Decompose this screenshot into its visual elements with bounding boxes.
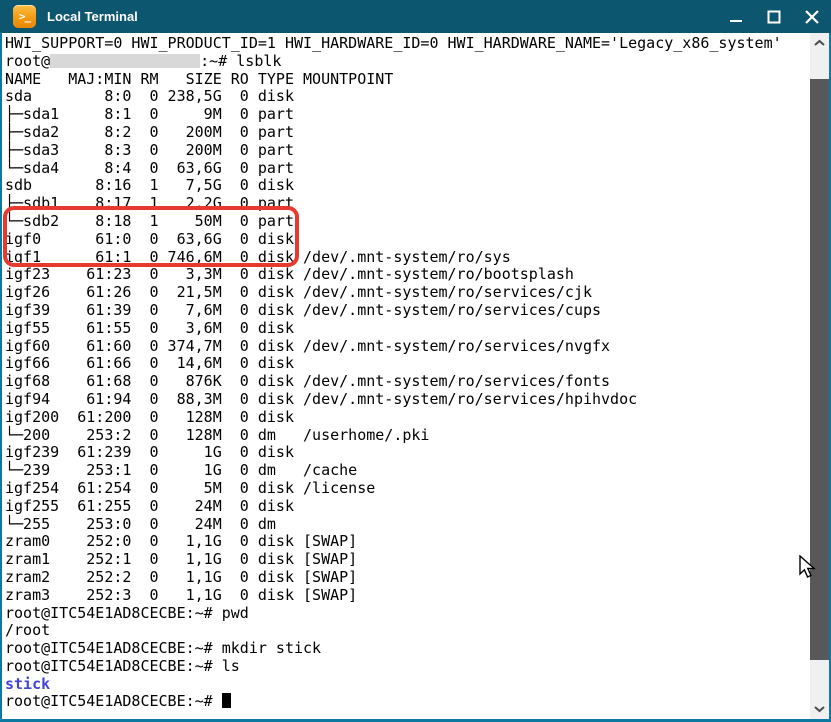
- terminal-line: igf60 61:60 0 374,7M 0 disk /dev/.mnt-sy…: [5, 338, 829, 356]
- terminal-line: igf39 61:39 0 7,6M 0 disk /dev/.mnt-syst…: [5, 302, 829, 320]
- terminal-text: igf55 61:55 0 3,6M 0 disk: [5, 319, 294, 337]
- terminal-text: zram3 252:3 0 1,1G 0 disk [SWAP]: [5, 586, 357, 604]
- terminal-text: └─239 253:1 0 1G 0 dm /cache: [5, 461, 357, 479]
- chevron-down-icon: [813, 705, 826, 713]
- redacted-hostname: [50, 54, 200, 68]
- terminal-text: root@: [5, 52, 50, 70]
- terminal-text: igf26 61:26 0 21,5M 0 disk /dev/.mnt-sys…: [5, 283, 592, 301]
- terminal-text: └─sdb2 8:18 1 50M 0 part: [5, 212, 294, 230]
- terminal-line: ├─sda2 8:2 0 200M 0 part: [5, 124, 829, 142]
- maximize-button[interactable]: [755, 0, 793, 33]
- close-icon: [805, 10, 819, 24]
- terminal-line: zram1 252:1 0 1,1G 0 disk [SWAP]: [5, 551, 829, 569]
- terminal-line: root@ITC54E1AD8CECBE:~# mkdir stick: [5, 640, 829, 658]
- terminal-line: igf26 61:26 0 21,5M 0 disk /dev/.mnt-sys…: [5, 284, 829, 302]
- terminal-window: HWI_SUPPORT=0 HWI_PRODUCT_ID=1 HWI_HARDW…: [0, 33, 831, 722]
- terminal-text: /root: [5, 621, 50, 639]
- terminal-line: igf200 61:200 0 128M 0 disk: [5, 409, 829, 427]
- terminal-text: sdb 8:16 1 7,5G 0 disk: [5, 176, 294, 194]
- terminal-text: igf39 61:39 0 7,6M 0 disk /dev/.mnt-syst…: [5, 301, 601, 319]
- terminal-text: root@ITC54E1AD8CECBE:~# pwd: [5, 604, 249, 622]
- scroll-up-button[interactable]: [810, 35, 829, 51]
- terminal-line: igf66 61:66 0 14,6M 0 disk: [5, 355, 829, 373]
- terminal-line: root@ITC54E1AD8CECBE:~# pwd: [5, 605, 829, 623]
- terminal-text: HWI_SUPPORT=0 HWI_PRODUCT_ID=1 HWI_HARDW…: [5, 34, 782, 52]
- terminal-text: zram1 252:1 0 1,1G 0 disk [SWAP]: [5, 550, 357, 568]
- terminal-text: igf255 61:255 0 24M 0 disk: [5, 497, 294, 515]
- directory-name: stick: [5, 675, 50, 693]
- terminal-line: ├─sda1 8:1 0 9M 0 part: [5, 106, 829, 124]
- scrollbar[interactable]: [810, 33, 829, 719]
- terminal-line: └─sdb2 8:18 1 50M 0 part: [5, 213, 829, 231]
- terminal-text: igf239 61:239 0 1G 0 disk: [5, 443, 294, 461]
- terminal-line: └─sda4 8:4 0 63,6G 0 part: [5, 160, 829, 178]
- terminal-text: └─sda4 8:4 0 63,6G 0 part: [5, 159, 294, 177]
- terminal-line: igf68 61:68 0 876K 0 disk /dev/.mnt-syst…: [5, 373, 829, 391]
- terminal-text: root@ITC54E1AD8CECBE:~# ls: [5, 657, 240, 675]
- mouse-cursor-icon: [799, 555, 821, 579]
- terminal-text: └─200 253:2 0 128M 0 dm /userhome/.pki: [5, 426, 429, 444]
- terminal-line: root@ITC54E1AD8CECBE:~# ls: [5, 658, 829, 676]
- terminal-text: └─255 253:0 0 24M 0 dm: [5, 515, 276, 533]
- terminal-line: zram0 252:0 0 1,1G 0 disk [SWAP]: [5, 533, 829, 551]
- scroll-down-button[interactable]: [810, 701, 829, 717]
- terminal-line: sdb 8:16 1 7,5G 0 disk: [5, 177, 829, 195]
- terminal-line: igf1 61:1 0 746,6M 0 disk /dev/.mnt-syst…: [5, 249, 829, 267]
- terminal-text: igf66 61:66 0 14,6M 0 disk: [5, 354, 294, 372]
- terminal-text: ├─sda3 8:3 0 200M 0 part: [5, 141, 294, 159]
- terminal-line: igf55 61:55 0 3,6M 0 disk: [5, 320, 829, 338]
- terminal-line: NAME MAJ:MIN RM SIZE RO TYPE MOUNTPOINT: [5, 71, 829, 89]
- terminal-text: zram2 252:2 0 1,1G 0 disk [SWAP]: [5, 568, 357, 586]
- terminal-text: igf60 61:60 0 374,7M 0 disk /dev/.mnt-sy…: [5, 337, 610, 355]
- terminal-app-icon: >_: [13, 5, 36, 28]
- terminal-line: sda 8:0 0 238,5G 0 disk: [5, 88, 829, 106]
- terminal-text: igf0 61:0 0 63,6G 0 disk: [5, 230, 294, 248]
- titlebar[interactable]: >_ Local Terminal: [0, 0, 831, 33]
- terminal-line: igf94 61:94 0 88,3M 0 disk /dev/.mnt-sys…: [5, 391, 829, 409]
- text-cursor: [222, 693, 231, 708]
- terminal-line: root@ITC54E1AD8CECBE:~#: [5, 693, 829, 711]
- minimize-button[interactable]: [717, 0, 755, 33]
- terminal-line: /root: [5, 622, 829, 640]
- window-title: Local Terminal: [47, 9, 138, 24]
- terminal-line: ├─sdb1 8:17 1 2,2G 0 part: [5, 195, 829, 213]
- terminal-text: root@ITC54E1AD8CECBE:~# mkdir stick: [5, 639, 321, 657]
- terminal-text: igf23 61:23 0 3,3M 0 disk /dev/.mnt-syst…: [5, 265, 574, 283]
- terminal-line: └─239 253:1 0 1G 0 dm /cache: [5, 462, 829, 480]
- window-controls: [717, 0, 831, 33]
- terminal-line: ├─sda3 8:3 0 200M 0 part: [5, 142, 829, 160]
- terminal-text: igf94 61:94 0 88,3M 0 disk /dev/.mnt-sys…: [5, 390, 637, 408]
- terminal-line: └─255 253:0 0 24M 0 dm: [5, 516, 829, 534]
- terminal-text: igf254 61:254 0 5M 0 disk /license: [5, 479, 375, 497]
- terminal-text: ├─sdb1 8:17 1 2,2G 0 part: [5, 194, 294, 212]
- terminal-line: └─200 253:2 0 128M 0 dm /userhome/.pki: [5, 427, 829, 445]
- minimize-icon: [729, 10, 743, 24]
- terminal-line: igf255 61:255 0 24M 0 disk: [5, 498, 829, 516]
- terminal-text: :~# lsblk: [200, 52, 281, 70]
- terminal-text: igf200 61:200 0 128M 0 disk: [5, 408, 294, 426]
- terminal-line: igf23 61:23 0 3,3M 0 disk /dev/.mnt-syst…: [5, 266, 829, 284]
- terminal-text: zram0 252:0 0 1,1G 0 disk [SWAP]: [5, 532, 357, 550]
- terminal-line: igf0 61:0 0 63,6G 0 disk: [5, 231, 829, 249]
- terminal-text: ├─sda1 8:1 0 9M 0 part: [5, 105, 294, 123]
- terminal-text: igf1 61:1 0 746,6M 0 disk /dev/.mnt-syst…: [5, 248, 511, 266]
- terminal-text: root@ITC54E1AD8CECBE:~#: [5, 692, 222, 710]
- terminal-line: igf254 61:254 0 5M 0 disk /license: [5, 480, 829, 498]
- terminal-text: NAME MAJ:MIN RM SIZE RO TYPE MOUNTPOINT: [5, 70, 393, 88]
- terminal-text: igf68 61:68 0 876K 0 disk /dev/.mnt-syst…: [5, 372, 610, 390]
- terminal-output[interactable]: HWI_SUPPORT=0 HWI_PRODUCT_ID=1 HWI_HARDW…: [2, 33, 829, 711]
- terminal-line: stick: [5, 676, 829, 694]
- terminal-line: HWI_SUPPORT=0 HWI_PRODUCT_ID=1 HWI_HARDW…: [5, 35, 829, 53]
- terminal-text: ├─sda2 8:2 0 200M 0 part: [5, 123, 294, 141]
- close-button[interactable]: [793, 0, 831, 33]
- maximize-icon: [767, 10, 781, 24]
- terminal-line: igf239 61:239 0 1G 0 disk: [5, 444, 829, 462]
- terminal-text: sda 8:0 0 238,5G 0 disk: [5, 87, 294, 105]
- chevron-up-icon: [813, 39, 826, 47]
- terminal-line: zram2 252:2 0 1,1G 0 disk [SWAP]: [5, 569, 829, 587]
- terminal-line: zram3 252:3 0 1,1G 0 disk [SWAP]: [5, 587, 829, 605]
- terminal-line: root@ :~# lsblk: [5, 53, 829, 71]
